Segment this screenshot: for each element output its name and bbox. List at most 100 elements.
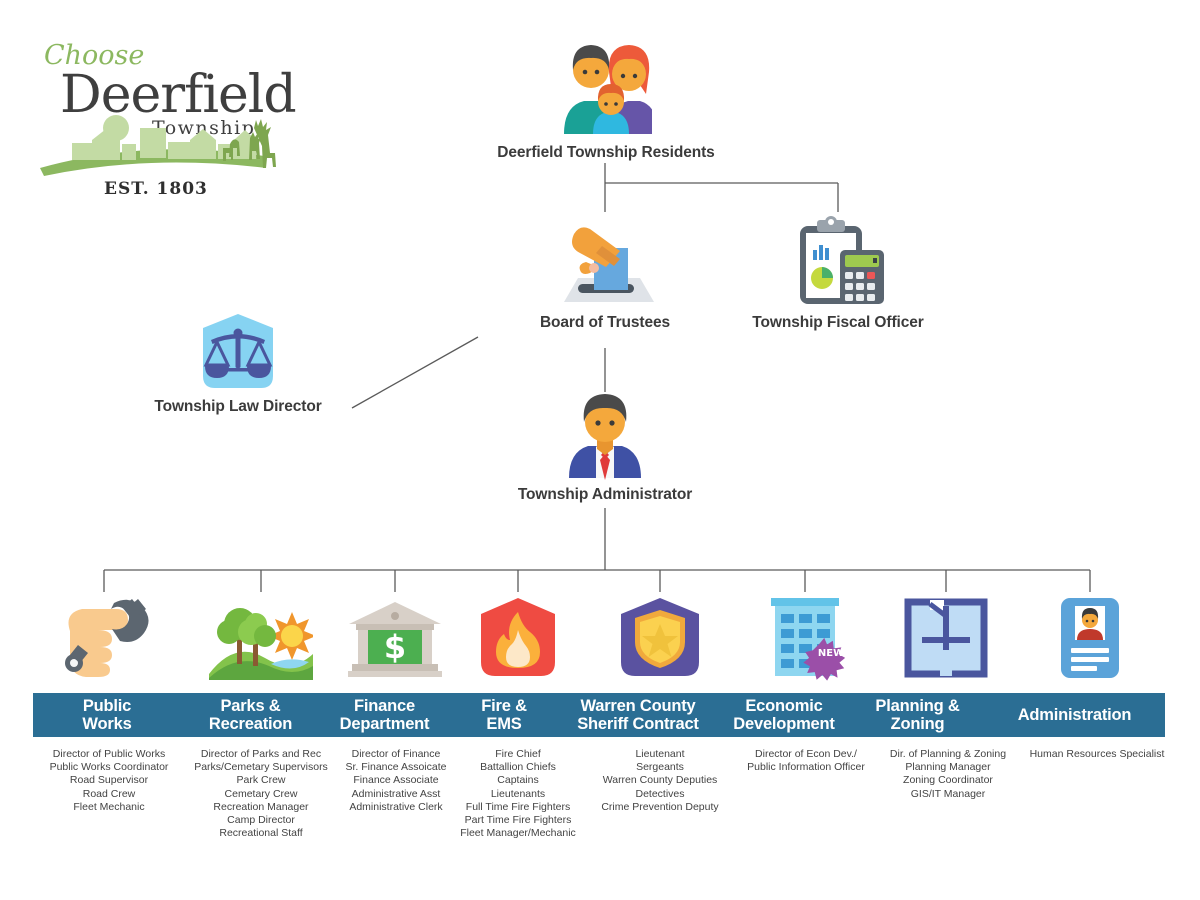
clipboard-calculator-icon xyxy=(800,216,884,304)
roles-parks-recreation: Director of Parks and Rec Parks/Cemetary… xyxy=(180,748,342,840)
role-item: Dir. of Planning & Zoning xyxy=(889,748,1007,760)
role-item: Park Crew xyxy=(236,774,286,787)
role-item: Fleet Manager/Mechanic xyxy=(460,827,576,840)
floor-plan-icon xyxy=(904,598,988,678)
role-item: Fleet Mechanic xyxy=(73,800,145,813)
role-item: Public Information Officer xyxy=(747,761,865,774)
node-board-of-trustees[interactable]: Board of Trustees xyxy=(495,218,715,332)
office-building-new-icon: NEW xyxy=(771,598,846,681)
role-item: Full Time Fire Fighters xyxy=(465,800,571,813)
role-item: Planning Manager xyxy=(905,761,991,774)
dept-header-finance-department[interactable]: Finance Department xyxy=(320,693,449,737)
dept-title-line: Department xyxy=(339,715,430,733)
node-residents-label: Deerfield Township Residents xyxy=(497,144,715,161)
dept-icon-finance[interactable]: $ xyxy=(335,588,455,688)
roles-public-works: Director of Public Works Public Works Co… xyxy=(24,748,194,814)
ballot-box-icon xyxy=(564,227,654,302)
node-township-administrator[interactable]: Township Administrator xyxy=(495,392,715,504)
role-item: Battallion Chiefs xyxy=(480,761,556,774)
node-fiscal-officer-label: Township Fiscal Officer xyxy=(752,314,924,331)
role-item: Crime Prevention Deputy xyxy=(601,800,719,813)
dept-title-line: Works xyxy=(82,715,132,733)
role-item: Director of Parks and Rec xyxy=(200,748,322,760)
svg-text:NEW: NEW xyxy=(818,648,844,659)
dept-header-public-works[interactable]: Public Works xyxy=(33,693,181,737)
role-item: Parks/Cemetary Supervisors xyxy=(194,761,328,774)
dept-title-line: Parks & xyxy=(220,697,281,715)
dept-title-line: Finance xyxy=(354,697,415,715)
role-item: Camp Director xyxy=(227,814,295,827)
role-item: Human Resources Specialist xyxy=(1029,748,1165,760)
hand-wrench-icon xyxy=(65,599,149,677)
role-item: Finance Associate xyxy=(353,774,439,787)
dept-title-line: EMS xyxy=(486,715,522,733)
role-item: Sergeants xyxy=(636,761,684,774)
role-item: Warren County Deputies xyxy=(602,774,718,787)
role-item: Recreation Manager xyxy=(213,800,309,813)
roles-planning-zoning: Dir. of Planning & Zoning Planning Manag… xyxy=(878,748,1018,801)
node-residents[interactable]: Deerfield Township Residents xyxy=(478,30,734,162)
dept-icon-economic-development[interactable]: NEW xyxy=(745,588,865,688)
family-icon xyxy=(564,45,652,134)
id-badge-icon xyxy=(1061,598,1119,678)
bank-dollar-icon: $ xyxy=(348,602,442,677)
dept-title-line: Zoning xyxy=(890,715,945,733)
role-item: Administrative Clerk xyxy=(349,800,443,813)
role-item: Zoning Coordinator xyxy=(903,774,993,787)
node-law-director-label: Township Law Director xyxy=(154,398,322,415)
node-administrator-label: Township Administrator xyxy=(517,486,693,503)
township-logo: Choose Deerfield Township EST. 1803 xyxy=(18,28,296,198)
dept-header-planning-zoning[interactable]: Planning & Zoning xyxy=(851,693,984,737)
dept-title-line: Warren County xyxy=(580,697,696,715)
dept-header-fire-ems[interactable]: Fire & EMS xyxy=(449,693,559,737)
role-item: Lieutenant xyxy=(635,748,685,760)
dept-title-line: Public xyxy=(82,697,132,715)
role-item: Fire Chief xyxy=(495,748,541,760)
dept-title-line: Fire & xyxy=(481,697,527,715)
dept-icon-sheriff[interactable] xyxy=(600,588,720,688)
dept-icon-planning-zoning[interactable] xyxy=(886,588,1006,688)
role-item: Captains xyxy=(497,774,539,787)
role-item: Detectives xyxy=(635,787,685,800)
dept-title-line: Planning & xyxy=(875,697,960,715)
dept-icon-public-works[interactable] xyxy=(44,588,164,688)
dept-header-parks-recreation[interactable]: Parks & Recreation xyxy=(181,693,320,737)
dept-title-line: Administration xyxy=(1017,706,1132,724)
dept-header-economic-development[interactable]: Economic Development xyxy=(717,693,851,737)
roles-fire-ems: Fire Chief Battallion Chiefs Captains Li… xyxy=(444,748,592,840)
roles-economic-development: Director of Econ Dev./ Public Informatio… xyxy=(730,748,882,774)
dept-title-line: Recreation xyxy=(208,715,293,733)
line-trustees-to-law-director xyxy=(351,336,479,409)
roles-warren-county-sheriff-contract: Lieutenant Sergeants Warren County Deput… xyxy=(585,748,735,814)
node-trustees-label: Board of Trustees xyxy=(539,314,671,331)
org-chart: Choose Deerfield Township EST. 1803 Deer… xyxy=(0,0,1200,900)
role-item: Cemetary Crew xyxy=(224,787,298,800)
dept-icon-administration[interactable] xyxy=(1030,588,1150,688)
svg-text:$: $ xyxy=(384,628,406,666)
businessman-icon xyxy=(569,394,641,480)
dept-title-line: Economic xyxy=(745,697,823,715)
role-item: Recreational Staff xyxy=(219,827,303,840)
dept-icon-fire-ems[interactable] xyxy=(458,588,578,688)
role-item: Director of Public Works xyxy=(52,748,166,760)
dept-title-line: Development xyxy=(733,715,835,733)
dept-header-warren-county-sheriff-contract[interactable]: Warren County Sheriff Contract xyxy=(559,693,717,737)
police-badge-icon xyxy=(621,598,699,676)
role-item: Sr. Finance Assoicate xyxy=(345,761,447,774)
node-township-fiscal-officer[interactable]: Township Fiscal Officer xyxy=(730,214,946,332)
role-item: Part Time Fire Fighters xyxy=(464,814,572,827)
park-landscape-icon xyxy=(209,608,313,680)
role-item: Administrative Asst xyxy=(351,787,441,800)
node-township-law-director[interactable]: Township Law Director xyxy=(140,312,336,416)
logo-established: EST. 1803 xyxy=(104,179,208,198)
dept-icon-parks-recreation[interactable] xyxy=(201,588,321,688)
roles-administration: Human Resources Specialist xyxy=(1018,748,1176,761)
department-header-band: Public Works Parks & Recreation Finance … xyxy=(33,693,1165,737)
role-item: Director of Finance xyxy=(351,748,441,760)
dept-header-administration[interactable]: Administration xyxy=(984,693,1165,737)
role-item: GIS/IT Manager xyxy=(910,787,986,800)
role-item: Director of Econ Dev./ xyxy=(755,748,857,760)
role-item: Public Works Coordinator xyxy=(49,761,169,774)
roles-finance-department: Director of Finance Sr. Finance Assoicat… xyxy=(330,748,462,814)
flame-shield-icon xyxy=(481,598,555,676)
